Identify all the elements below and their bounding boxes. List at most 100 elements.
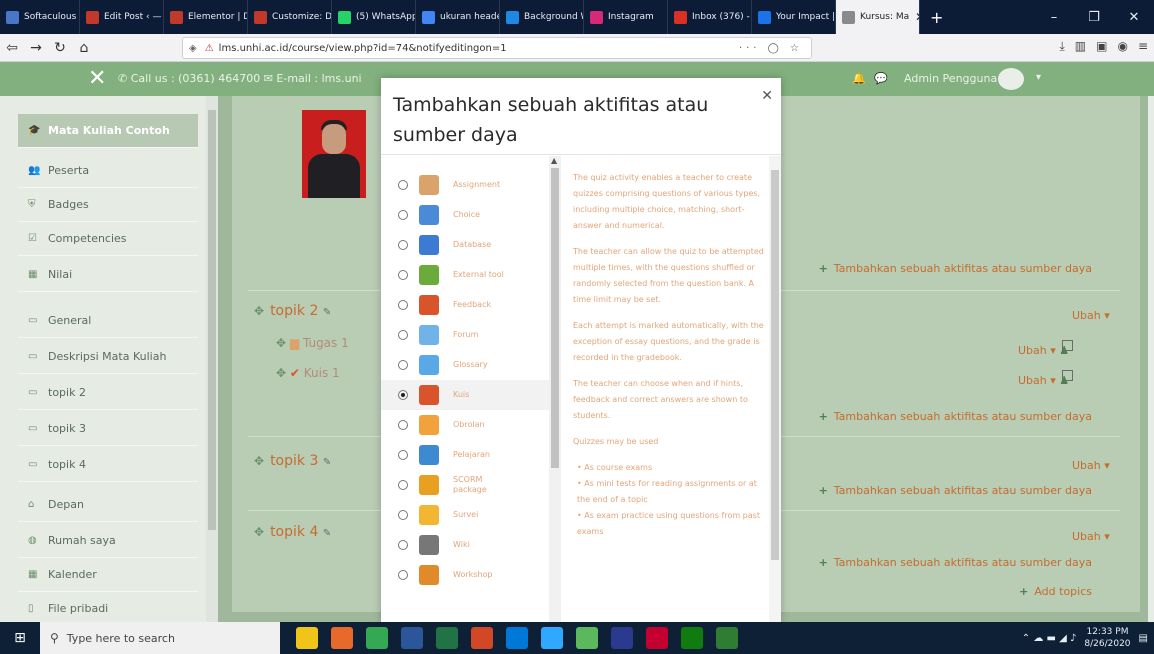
windows-start-icon[interactable]: ⊞ (0, 630, 40, 646)
tracking-shield-icon[interactable]: ◈ (189, 43, 197, 54)
sidebar-item-file-pribadi[interactable]: ▯ File pribadi (18, 592, 198, 626)
browser-tab[interactable]: Softaculous - S (0, 0, 80, 34)
insecure-lock-icon[interactable]: ⚠ (205, 43, 214, 54)
taskbar-app-icon[interactable] (296, 627, 318, 649)
taskbar-app-icon[interactable] (611, 627, 633, 649)
tray-icons[interactable]: ⌃ ☁ ▬ ◢ ♪ (1022, 633, 1077, 644)
activity-option-external-tool[interactable]: External tool (381, 260, 549, 290)
browser-tab[interactable]: ukuran header (416, 0, 500, 34)
sidebar-item-kalender[interactable]: ▦ Kalender (18, 558, 198, 592)
activity-option-survei[interactable]: Survei (381, 500, 549, 530)
browser-tab[interactable]: Your Impact | S (752, 0, 836, 34)
topic-heading[interactable]: ✥ topik 2 ✎ (254, 303, 331, 319)
browser-tab[interactable]: Kursus: Ma✕ (836, 0, 920, 34)
browser-tab[interactable]: (5) WhatsApp (332, 0, 416, 34)
sidebar-icon[interactable]: ▣ (1096, 39, 1107, 54)
radio-button[interactable] (398, 540, 408, 550)
taskbar-app-icon[interactable] (716, 627, 738, 649)
browser-tab[interactable]: Edit Post ‹ — V (80, 0, 164, 34)
radio-button[interactable] (398, 210, 408, 220)
radio-button[interactable] (398, 180, 408, 190)
add-activity-link[interactable]: + Tambahkan sebuah aktifitas atau sumber … (819, 262, 1092, 275)
restore-icon[interactable]: ❐ (1074, 10, 1114, 25)
url-bar[interactable]: ◈ ⚠ lms.unhi.ac.id/course/view.php?id=74… (182, 37, 812, 59)
activity-option-pelajaran[interactable]: Pelajaran (381, 440, 549, 470)
taskbar-search[interactable]: ⚲ Type here to search (40, 622, 280, 654)
add-topics-link[interactable]: + Add topics (1019, 585, 1092, 598)
sidebar-item-depan[interactable]: ⌂ Depan (18, 488, 198, 522)
browser-tab[interactable]: Customize: Dc (248, 0, 332, 34)
activity-option-obrolan[interactable]: Obrolan (381, 410, 549, 440)
sidebar-item-nilai[interactable]: ▦ Nilai (18, 258, 198, 292)
radio-button[interactable] (398, 270, 408, 280)
activity-option-feedback[interactable]: Feedback (381, 290, 549, 320)
radio-button[interactable] (398, 420, 408, 430)
activity-option-choice[interactable]: Choice (381, 200, 549, 230)
radio-button[interactable] (398, 390, 408, 400)
sidebar-item-peserta[interactable]: 👥 Peserta (18, 154, 198, 188)
page-actions[interactable]: ··· ◯ ☆ (739, 43, 803, 54)
radio-button[interactable] (398, 330, 408, 340)
radio-button[interactable] (398, 300, 408, 310)
sidebar-item-general[interactable]: ▭ General (18, 304, 198, 338)
home-icon[interactable]: ⌂ (72, 40, 96, 56)
activity-option-assignment[interactable]: Assignment (381, 170, 549, 200)
add-activity-link[interactable]: + Tambahkan sebuah aktifitas atau sumber … (819, 556, 1092, 569)
reload-icon[interactable]: ↻ (48, 40, 72, 56)
help-scrollbar[interactable] (769, 156, 781, 622)
radio-button[interactable] (398, 480, 408, 490)
completion-checkbox[interactable] (1062, 340, 1073, 351)
activity-option-workshop[interactable]: Workshop (381, 560, 549, 590)
sidebar-item-topik-3[interactable]: ▭ topik 3 (18, 412, 198, 446)
activity-option-wiki[interactable]: Wiki (381, 530, 549, 560)
sidebar-scrollbar[interactable] (206, 96, 218, 622)
browser-tab[interactable]: Elementor | Dc (164, 0, 248, 34)
forward-icon[interactable]: → (24, 40, 48, 56)
activity-list-scrollbar[interactable]: ▲ (549, 156, 561, 622)
sidebar-item-competencies[interactable]: ☑ Competencies (18, 222, 198, 256)
taskbar-app-icon[interactable] (681, 627, 703, 649)
download-icon[interactable]: ⤓ (1059, 39, 1064, 54)
library-icon[interactable]: ▥ (1075, 39, 1086, 54)
user-menu-caret-icon[interactable]: ▾ (1036, 72, 1041, 83)
radio-button[interactable] (398, 360, 408, 370)
taskbar-app-icon[interactable] (646, 627, 668, 649)
activity-option-database[interactable]: Database (381, 230, 549, 260)
sidebar-item-mata-kuliah-contoh[interactable]: 🎓 Mata Kuliah Contoh (18, 114, 198, 148)
messages-icon[interactable]: 💬 (874, 72, 888, 85)
minimize-icon[interactable]: – (1034, 10, 1074, 25)
taskbar-app-icon[interactable] (366, 627, 388, 649)
sidebar-item-badges[interactable]: ⛨ Badges (18, 188, 198, 222)
extension-icon[interactable]: ◉ (1117, 39, 1127, 54)
avatar[interactable] (998, 68, 1024, 90)
activity-option-kuis[interactable]: Kuis (381, 380, 549, 410)
sidebar-item-deskripsi-mata-kuliah[interactable]: ▭ Deskripsi Mata Kuliah (18, 340, 198, 374)
close-drawer-icon[interactable]: ✕ (88, 66, 106, 91)
user-name[interactable]: Admin Pengguna (904, 72, 997, 85)
notifications-icon[interactable]: ▤ (1139, 633, 1148, 644)
url-text[interactable]: lms.unhi.ac.id/course/view.php?id=74&not… (219, 43, 507, 54)
taskbar-app-icon[interactable] (541, 627, 563, 649)
back-icon[interactable]: ⇦ (0, 40, 24, 56)
topic-heading[interactable]: ✥ topik 4 ✎ (254, 524, 331, 540)
browser-tab[interactable]: Background W (500, 0, 584, 34)
radio-button[interactable] (398, 510, 408, 520)
activity-option-scorm-package[interactable]: SCORM package (381, 470, 549, 500)
clock[interactable]: 12:33 PM 8/26/2020 (1084, 626, 1130, 650)
edit-menu[interactable]: Ubah ▾ (1072, 530, 1110, 543)
browser-tab[interactable]: Inbox (376) - k (668, 0, 752, 34)
taskbar-app-icon[interactable] (331, 627, 353, 649)
browser-tab[interactable]: Instagram (584, 0, 668, 34)
sidebar-item-topik-4[interactable]: ▭ topik 4 (18, 448, 198, 482)
module-quiz[interactable]: ✥ ✔ Kuis 1 (276, 366, 340, 380)
radio-button[interactable] (398, 450, 408, 460)
edit-menu[interactable]: Ubah ▾ (1072, 459, 1110, 472)
add-activity-link[interactable]: + Tambahkan sebuah aktifitas atau sumber … (819, 410, 1092, 423)
taskbar-app-icon[interactable] (436, 627, 458, 649)
menu-icon[interactable]: ≡ (1138, 39, 1148, 54)
module-assignment[interactable]: ✥ ▆ Tugas 1 (276, 336, 349, 350)
activity-option-forum[interactable]: Forum (381, 320, 549, 350)
taskbar-app-icon[interactable] (576, 627, 598, 649)
page-scrollbar[interactable] (1148, 96, 1154, 622)
sidebar-item-rumah-saya[interactable]: ◍ Rumah saya (18, 524, 198, 558)
